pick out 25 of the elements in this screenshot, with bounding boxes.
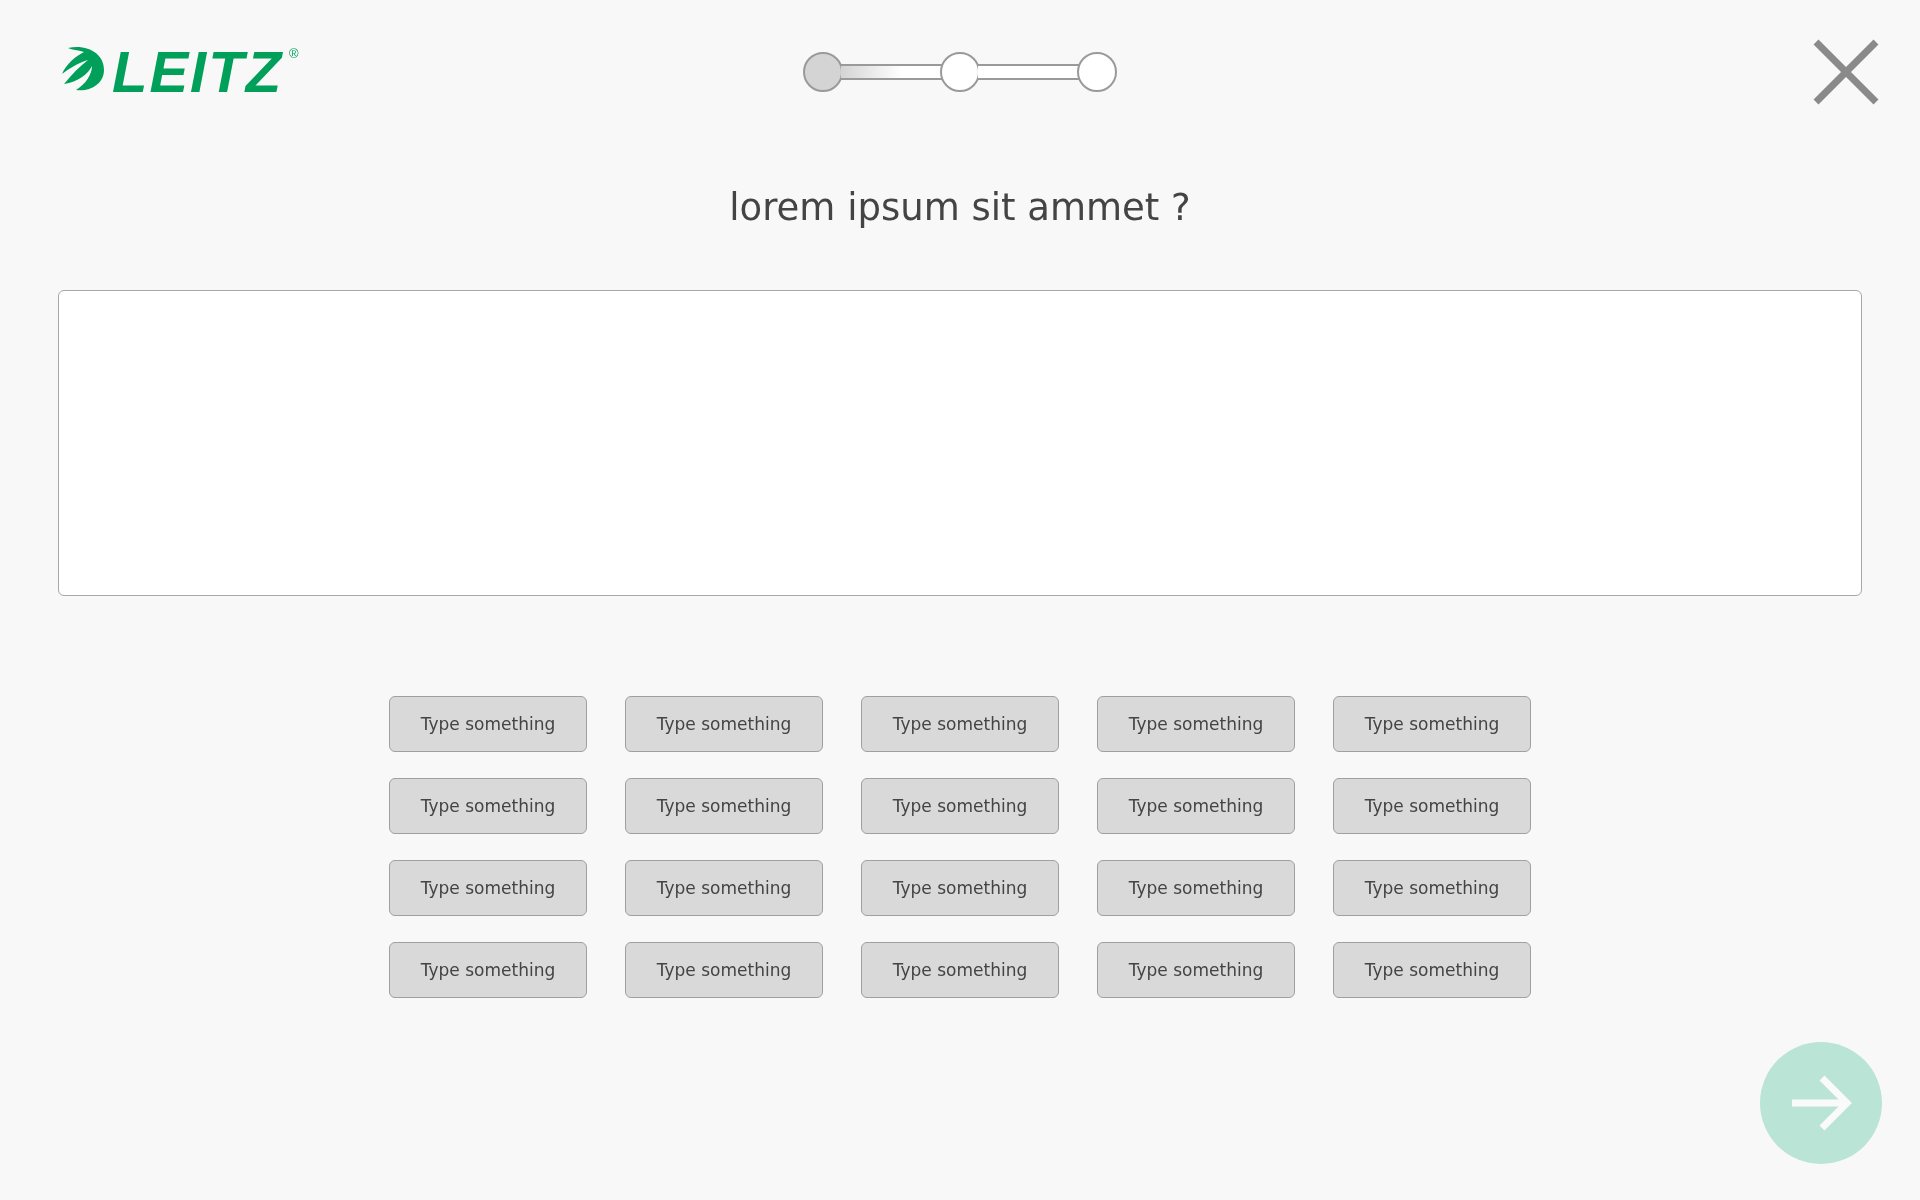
- brand-wordmark: LEITZ: [112, 44, 284, 100]
- option-button[interactable]: Type something: [861, 778, 1059, 834]
- option-button[interactable]: Type something: [389, 696, 587, 752]
- close-button[interactable]: [1812, 38, 1880, 106]
- option-button[interactable]: Type something: [1333, 696, 1531, 752]
- option-button[interactable]: Type something: [389, 942, 587, 998]
- option-button[interactable]: Type something: [625, 778, 823, 834]
- option-button[interactable]: Type something: [1333, 778, 1531, 834]
- option-button[interactable]: Type something: [861, 696, 1059, 752]
- option-button[interactable]: Type something: [625, 860, 823, 916]
- option-button[interactable]: Type something: [625, 942, 823, 998]
- option-button[interactable]: Type something: [1333, 860, 1531, 916]
- option-button[interactable]: Type something: [1097, 778, 1295, 834]
- option-button[interactable]: Type something: [1097, 942, 1295, 998]
- option-button[interactable]: Type something: [1097, 696, 1295, 752]
- option-button[interactable]: Type something: [389, 860, 587, 916]
- registered-mark: ®: [289, 46, 299, 61]
- option-button[interactable]: Type something: [861, 942, 1059, 998]
- option-button[interactable]: Type something: [1333, 942, 1531, 998]
- option-button[interactable]: Type something: [389, 778, 587, 834]
- answer-field[interactable]: [58, 290, 1862, 596]
- option-button[interactable]: Type something: [861, 860, 1059, 916]
- option-button[interactable]: Type something: [1097, 860, 1295, 916]
- option-button[interactable]: Type something: [625, 696, 823, 752]
- question-title: lorem ipsum sit ammet ?: [728, 185, 1192, 231]
